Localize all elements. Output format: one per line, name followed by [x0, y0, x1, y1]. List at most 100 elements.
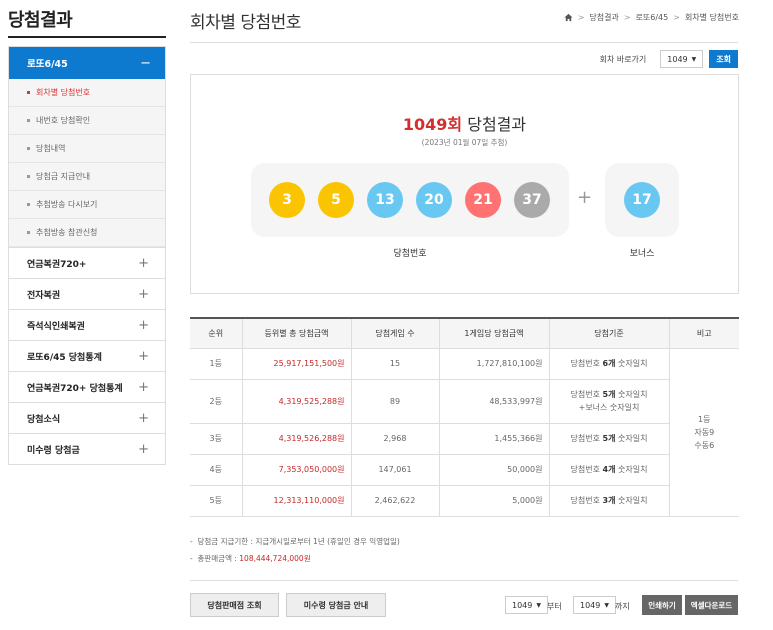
lotto-ball: 3: [269, 182, 305, 218]
sidebar-nav: 로또6/45 − 회차별 당첨번호 내번호 당첨확인 당첨내역 당첨금 지급안내…: [8, 46, 166, 465]
total-prize-cell: 4,319,526,288원: [241, 422, 352, 455]
expand-icon: +: [138, 286, 149, 302]
criteria-cell: 당첨번호 5개 숫자일치: [548, 422, 669, 455]
sidebar-item-label: 즉석식인쇄복권: [27, 321, 85, 332]
sidebar-item-label: 로또6/45: [27, 59, 68, 70]
sidebar-subitem-label: 당첨금 지급안내: [36, 172, 91, 181]
criteria-text: 당첨번호: [570, 465, 603, 474]
home-icon[interactable]: [564, 13, 573, 22]
criteria-bonus-text: +보너스 숫자일치: [578, 403, 640, 412]
sidebar-subitem-check-my-numbers[interactable]: 내번호 당첨확인: [9, 107, 165, 135]
rank-cell: 5등: [190, 484, 243, 517]
sidebar-item-e-lottery[interactable]: 전자복권 +: [9, 278, 165, 309]
sidebar-subitem-round-numbers[interactable]: 회차별 당첨번호: [9, 79, 165, 107]
sidebar-item-lotto645[interactable]: 로또6/45 −: [9, 47, 165, 79]
bullet-icon: [27, 147, 30, 150]
criteria-count: 3개: [602, 496, 616, 505]
header-divider: [190, 42, 738, 43]
bullet-icon: [27, 231, 30, 234]
per-game-prize-cell: 48,533,997원: [438, 378, 550, 424]
criteria-cell: 당첨번호 4개 숫자일치: [548, 453, 669, 486]
round-select[interactable]: 1049 ▼: [660, 50, 704, 68]
sidebar-item-pension-stats[interactable]: 연금복권720+ 당첨통계 +: [9, 371, 165, 402]
total-prize-cell: 12,313,110,000원: [241, 484, 352, 517]
winners-cell: 2,462,622: [350, 484, 440, 517]
from-label: 부터: [547, 602, 562, 611]
criteria-text: 당첨번호: [570, 359, 603, 368]
criteria-count: 4개: [602, 465, 616, 474]
bullet-icon: [27, 91, 30, 94]
sidebar-subitem-draw-replay[interactable]: 추첨방송 다시보기: [9, 191, 165, 219]
caret-down-icon: ▼: [691, 55, 697, 63]
total-prize-cell: 7,353,050,000원: [241, 453, 352, 486]
sidebar-item-instant-print[interactable]: 즉석식인쇄복권 +: [9, 309, 165, 340]
store-lookup-button[interactable]: 당첨판매점 조회: [190, 593, 279, 617]
remark-line: 1등: [698, 414, 711, 424]
notes: - 당첨금 지급기한 : 지급개시일로부터 1년 (휴일인 경우 익영업일) -…: [190, 533, 400, 567]
sidebar-subitem-label: 당첨내역: [36, 144, 66, 153]
note-text: 당첨금 지급기한 : 지급개시일로부터 1년 (휴일인 경우 익영업일): [197, 537, 400, 546]
prize-table: 순위 등위별 총 당첨금액 당첨게임 수 1게임당 당첨금액 당첨기준 비고 1…: [190, 317, 739, 517]
lotto-ball: 37: [514, 182, 550, 218]
chevron-right-icon: >: [623, 13, 631, 22]
to-round-select[interactable]: 1049 ▼: [573, 596, 616, 614]
breadcrumb-item: 회차별 당첨번호: [684, 13, 739, 22]
criteria-count: 5개: [602, 390, 616, 399]
bullet-icon: [27, 175, 30, 178]
table-row: 1등 25,917,151,500원 15 1,727,810,100원 당첨번…: [190, 347, 739, 517]
sidebar-item-win-news[interactable]: 당첨소식 +: [9, 402, 165, 433]
print-button[interactable]: 인쇄하기: [642, 595, 682, 615]
lotto-ball: 13: [367, 182, 403, 218]
sidebar-title: 당첨결과: [8, 10, 73, 31]
bullet-icon: [27, 119, 30, 122]
note-label: 총판매금액 :: [197, 554, 240, 563]
sidebar-item-label: 당첨소식: [27, 414, 61, 425]
lotto-ball: 21: [465, 182, 501, 218]
table-row: 3등 4,319,526,288원 2,968 1,455,366원 당첨번호 …: [190, 422, 739, 455]
sidebar-subitem-label: 내번호 당첨확인: [36, 116, 91, 125]
breadcrumb-item[interactable]: 당첨결과: [589, 12, 618, 23]
remark-line: 자동9: [694, 427, 715, 437]
bonus-caption: 보너스: [629, 249, 655, 259]
total-prize-cell: 4,319,525,288원: [241, 378, 352, 424]
unclaimed-guide-button[interactable]: 미수령 당첨금 안내: [286, 593, 386, 617]
remark-cell: 1등 자동9 수동6: [668, 347, 739, 517]
table-row: 2등 4,319,525,288원 89 48,533,997원 당첨번호 5개…: [190, 378, 739, 424]
winners-cell: 89: [350, 378, 440, 424]
criteria-text: 숫자일치: [615, 359, 648, 368]
search-button[interactable]: 조회: [709, 50, 738, 68]
draw-date: (2023년 01월 07일 추첨): [421, 138, 508, 147]
rank-cell: 4등: [190, 453, 243, 486]
breadcrumb-item[interactable]: 로또6/45: [636, 12, 669, 23]
sidebar-item-unclaimed[interactable]: 미수령 당첨금 +: [9, 433, 165, 464]
expand-icon: +: [138, 410, 149, 426]
criteria-count: 6개: [602, 359, 616, 368]
total-sales-value: 108,444,724,000원: [239, 554, 311, 563]
caret-down-icon: ▼: [536, 601, 541, 609]
notes-divider: [190, 580, 738, 581]
lotto-ball: 20: [416, 182, 452, 218]
sidebar-subitem-win-history[interactable]: 당첨내역: [9, 135, 165, 163]
column-header: 1게임당 당첨금액: [438, 318, 550, 349]
sidebar-subitem-payout-guide[interactable]: 당첨금 지급안내: [9, 163, 165, 191]
to-round-value: 1049: [580, 600, 601, 610]
column-header: 비고: [668, 318, 739, 349]
sidebar-subitem-label: 추첨방송 참관신청: [36, 228, 98, 237]
sidebar-item-label: 미수령 당첨금: [27, 445, 80, 456]
table-row: 5등 12,313,110,000원 2,462,622 5,000원 당첨번호…: [190, 484, 739, 517]
chevron-right-icon: >: [673, 13, 680, 22]
round-select-value: 1049: [667, 54, 688, 64]
winning-numbers-caption: 당첨번호: [393, 249, 427, 259]
from-round-select[interactable]: 1049 ▼: [505, 596, 548, 614]
sidebar-item-lotto-stats[interactable]: 로또6/45 당첨통계 +: [9, 340, 165, 371]
table-row: 4등 7,353,050,000원 147,061 50,000원 당첨번호 4…: [190, 453, 739, 486]
sidebar-subitem-draw-visit[interactable]: 추첨방송 참관신청: [9, 219, 165, 247]
excel-download-button[interactable]: 엑셀다운로드: [685, 595, 738, 615]
result-title: 1049회 당첨결과: [191, 111, 738, 135]
expand-icon: +: [138, 348, 149, 364]
winners-cell: 147,061: [350, 453, 440, 486]
sidebar-item-pension720[interactable]: 연금복권720+ +: [9, 247, 165, 278]
criteria-text: 숫자일치: [615, 496, 648, 505]
winners-cell: 2,968: [350, 422, 440, 455]
per-game-prize-cell: 1,455,366원: [438, 422, 550, 455]
